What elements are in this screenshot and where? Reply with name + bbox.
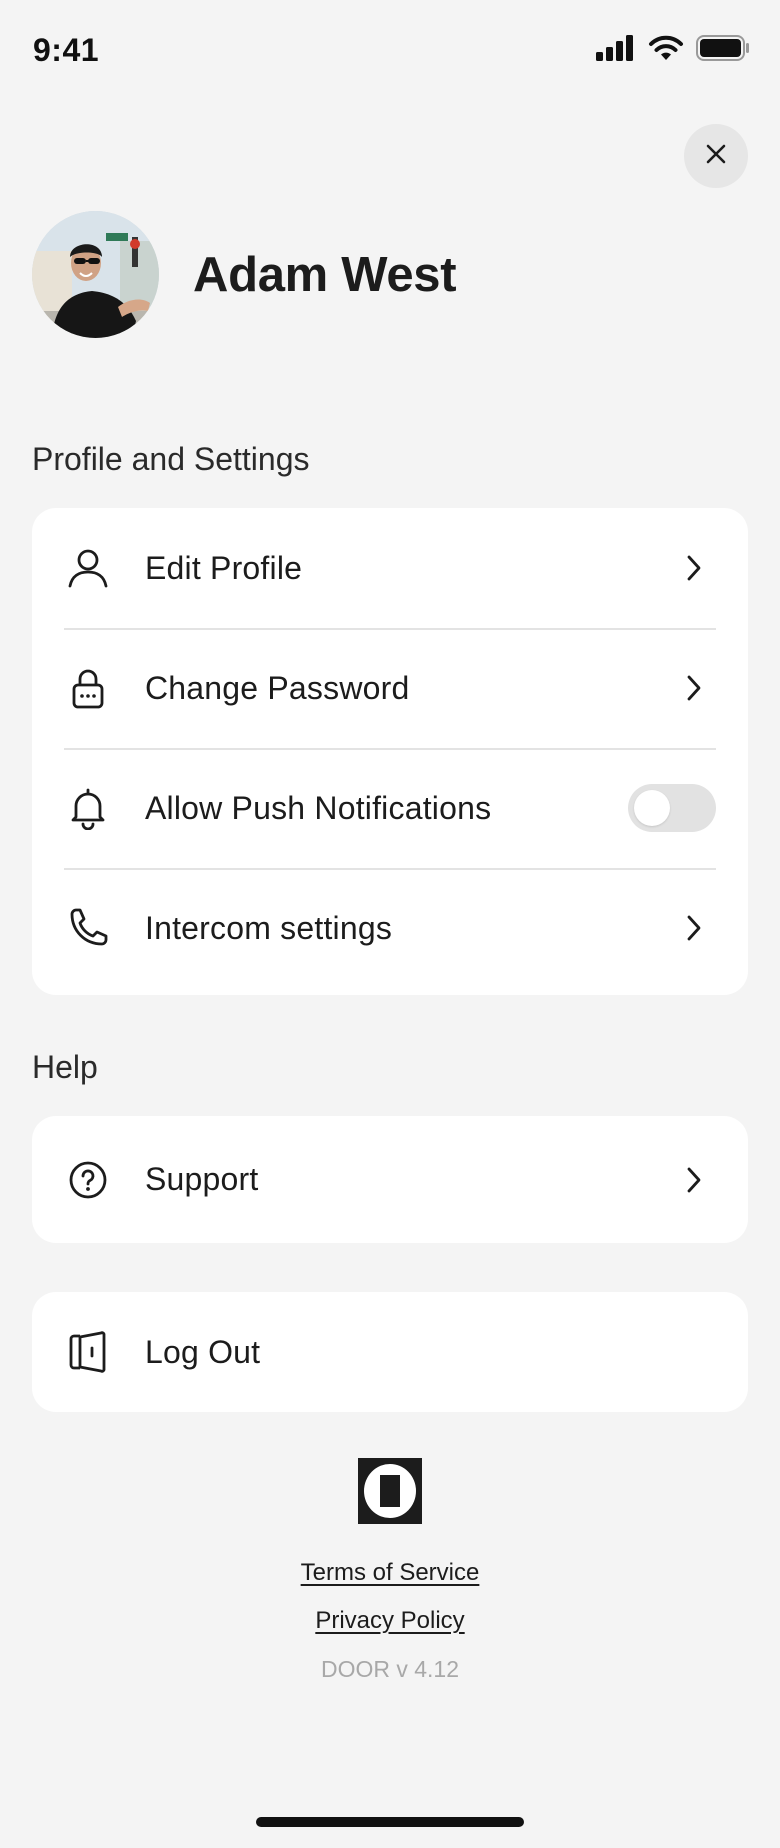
support-row[interactable]: Support bbox=[32, 1116, 748, 1243]
door-exit-icon bbox=[66, 1330, 110, 1374]
section-title-help: Help bbox=[32, 1049, 98, 1085]
privacy-policy-link[interactable]: Privacy Policy bbox=[0, 1607, 780, 1635]
door-logo bbox=[358, 1458, 422, 1524]
change-password-label: Change Password bbox=[145, 669, 410, 706]
change-password-row[interactable]: Change Password bbox=[32, 628, 748, 748]
app-version: DOOR v 4.12 bbox=[320, 1656, 460, 1682]
avatar[interactable] bbox=[32, 211, 159, 338]
help-circle-icon bbox=[66, 1158, 110, 1202]
help-card: Support bbox=[32, 1116, 748, 1243]
profile-settings-card: Edit Profile Change Password Allow Push … bbox=[32, 508, 748, 995]
user-icon bbox=[66, 546, 110, 590]
logout-label: Log Out bbox=[145, 1333, 261, 1370]
support-label: Support bbox=[145, 1161, 259, 1197]
cellular-signal-icon bbox=[596, 35, 636, 61]
home-indicator bbox=[256, 1817, 524, 1827]
battery-icon bbox=[696, 35, 750, 61]
status-bar: 9:41 bbox=[0, 0, 780, 110]
status-icons bbox=[596, 34, 750, 62]
status-time: 9:41 bbox=[33, 32, 100, 68]
toggle-knob bbox=[634, 790, 670, 826]
phone-icon bbox=[66, 906, 110, 950]
logout-row[interactable]: Log Out bbox=[32, 1292, 748, 1412]
edit-profile-row[interactable]: Edit Profile bbox=[32, 508, 748, 628]
push-notifications-row: Allow Push Notifications bbox=[32, 748, 748, 868]
intercom-settings-label: Intercom settings bbox=[145, 909, 393, 946]
phone-screen: 9:41 Adam West Profile and Settings Edit… bbox=[0, 0, 780, 1848]
logout-card: Log Out bbox=[32, 1292, 748, 1412]
push-notifications-label: Allow Push Notifications bbox=[145, 789, 492, 826]
user-name: Adam West bbox=[193, 247, 457, 302]
terms-of-service-link[interactable]: Terms of Service bbox=[0, 1559, 780, 1587]
close-button[interactable] bbox=[684, 124, 748, 188]
close-icon bbox=[705, 143, 727, 170]
lock-icon bbox=[66, 666, 110, 710]
section-title-profile-settings: Profile and Settings bbox=[32, 441, 310, 477]
edit-profile-label: Edit Profile bbox=[145, 549, 303, 586]
profile-header: Adam West bbox=[32, 211, 457, 338]
intercom-settings-row[interactable]: Intercom settings bbox=[32, 868, 748, 988]
chevron-right-icon bbox=[684, 553, 704, 583]
chevron-right-icon bbox=[684, 1165, 704, 1195]
push-notifications-toggle[interactable] bbox=[628, 784, 716, 832]
chevron-right-icon bbox=[684, 673, 704, 703]
bell-icon bbox=[66, 786, 110, 830]
chevron-right-icon bbox=[684, 913, 704, 943]
wifi-icon bbox=[648, 34, 684, 62]
